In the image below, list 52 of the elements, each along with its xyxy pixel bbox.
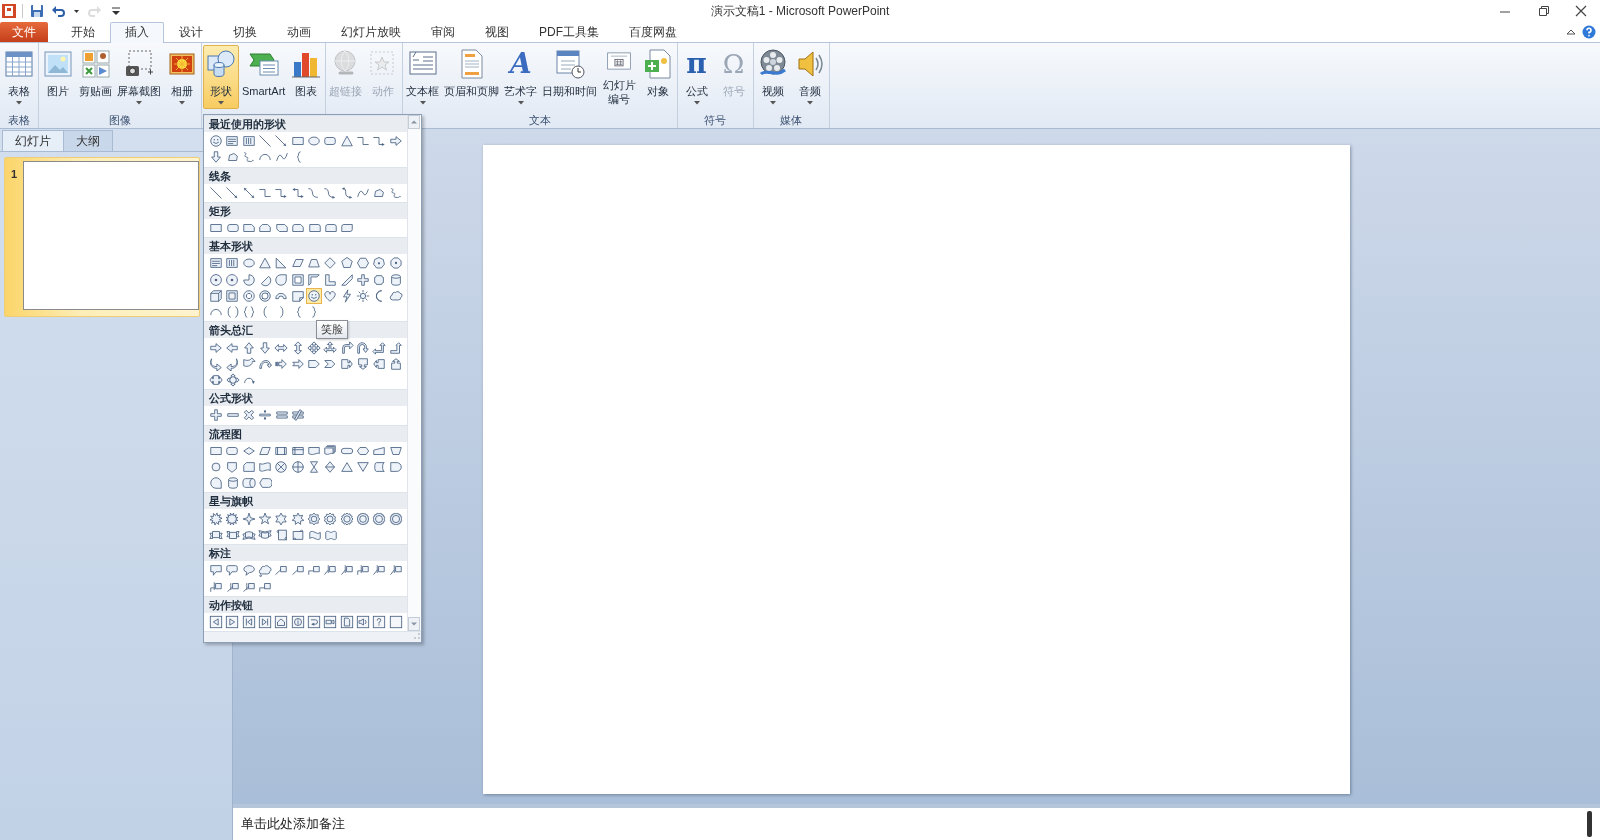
clipart-button[interactable]: 剪贴画 [77,45,114,109]
ribbon-tab[interactable]: PDF工具集 [524,22,614,42]
slide-number-button[interactable]: 幻灯片编号 [600,45,639,109]
pane-tab[interactable]: 幻灯片 [2,130,64,151]
ribbon-tab[interactable]: 切换 [218,22,272,42]
section-heading: 标注 [204,544,407,562]
ribbon-tab[interactable]: 动画 [272,22,326,42]
group-label: 表格 [8,113,30,128]
omega-icon: Ω [717,48,750,80]
group-label: 媒体 [780,113,802,128]
object-button[interactable]: 对象 [639,45,676,109]
wordart-letter-icon: A [504,48,537,80]
pane-tab[interactable]: 大纲 [63,130,113,151]
notes-prompt[interactable]: 单击此处添加备注 [241,815,345,833]
wordart-button[interactable]: A 艺术字 [502,45,540,109]
equation-button[interactable]: π 公式 [678,45,715,109]
video-button[interactable]: 视频 [754,45,791,109]
pi-icon: π [680,48,713,80]
chart-button[interactable]: 图表 [288,45,325,109]
section-heading: 星与旗帜 [204,492,407,510]
ribbon-tab[interactable]: 审阅 [416,22,470,42]
album-button[interactable]: 相册 [164,45,200,109]
ribbon-tab[interactable]: 开始 [56,22,110,42]
section-heading: 基本形状 [204,237,407,255]
section-heading: 公式形状 [204,389,407,407]
textbox-button[interactable]: 文本框 [404,45,442,109]
picture-button[interactable]: 图片 [40,45,76,109]
file-tab[interactable]: 文件 [0,22,48,42]
group-label: 符号 [704,113,726,128]
ribbon-tab[interactable]: 设计 [164,22,218,42]
smartart-button[interactable]: SmartArt [240,45,288,109]
ribbon-tab[interactable]: 百度网盘 [614,22,692,42]
audio-button[interactable]: 音频 [791,45,828,109]
slide-thumbnail-item[interactable]: 1 [4,157,200,317]
ribbon-tab[interactable]: 幻灯片放映 [326,22,416,42]
header-footer-button[interactable]: 页眉和页脚 [442,45,502,109]
table-button[interactable]: 表格 [1,45,37,109]
section-heading: 动作按钮 [204,595,407,613]
section-heading: 流程图 [204,424,407,442]
ribbon-tab[interactable]: 插入 [110,22,164,43]
datetime-button[interactable]: 日期和时间 [540,45,600,109]
group-label: 文本 [528,113,551,128]
section-heading: 矩形 [204,201,407,219]
section-heading: 线条 [204,166,407,184]
slide-number: 1 [11,168,18,182]
section-heading: 最近使用的形状 [204,115,407,132]
tooltip: 笑脸 [316,319,349,339]
group-label: 图像 [109,113,131,128]
ribbon-tab[interactable]: 视图 [470,22,524,42]
shapes-button[interactable]: 形状 [203,45,239,109]
window-title: 演示文稿1 - Microsoft PowerPoint [710,4,890,18]
screenshot-button[interactable]: 屏幕截图 [115,45,163,109]
